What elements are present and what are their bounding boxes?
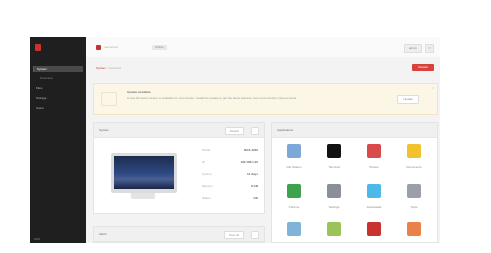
notice-title: Update available [127, 90, 151, 94]
file-station-icon [287, 144, 301, 158]
info-row: Status OK [202, 195, 258, 201]
breadcrumb: System / Overview [96, 66, 121, 70]
app-label: File Station [286, 165, 302, 169]
update-button[interactable]: Update [397, 95, 419, 104]
alerts-card: Alerts View all [93, 226, 265, 243]
applications-card: Applications File Station Terminal Photo… [271, 122, 438, 243]
device-monitor-image [111, 153, 177, 193]
alerts-view-all-button[interactable]: View all [223, 231, 244, 239]
app-label: Documents [406, 165, 422, 169]
main-content: nas-server Online admin ⏻ System / Overv… [86, 37, 440, 243]
box-icon [407, 222, 421, 236]
arc-icon [367, 222, 381, 236]
user-menu-button[interactable]: admin [403, 44, 422, 53]
info-key: Model [202, 148, 211, 152]
app-label: Chrome [288, 205, 300, 209]
leaf-icon [327, 222, 341, 236]
app-window: System Overview Files Storage Users nas-… [30, 37, 440, 243]
breadcrumb-current: Overview [108, 66, 122, 70]
monitor-screen [114, 156, 174, 189]
info-row: IP 192.168.1.20 [202, 159, 258, 165]
app-tile[interactable] [354, 221, 394, 243]
app-label: Tools [410, 205, 418, 209]
applications-card-title: Applications [277, 128, 294, 132]
app-tile[interactable]: Chrome [274, 183, 314, 213]
top-bar: nas-server Online admin ⏻ [86, 37, 440, 57]
info-value: 8 GB [250, 184, 258, 188]
power-icon[interactable]: ⏻ [425, 44, 434, 53]
photos-icon [367, 144, 381, 158]
info-row: Memory 8 GB [202, 183, 258, 189]
alerts-card-header: Alerts View all [94, 227, 264, 242]
update-notice: Update available A new firmware version … [93, 83, 438, 115]
settings-icon [327, 184, 341, 198]
app-tile[interactable]: Downloads [354, 183, 394, 213]
info-value: 192.168.1.20 [240, 160, 258, 164]
breadcrumb-root[interactable]: System [96, 66, 106, 70]
app-label: Terminal [328, 165, 340, 169]
info-row: Model NAS-4200 [202, 147, 258, 153]
app-tile[interactable] [314, 221, 354, 243]
info-key: Status [202, 196, 211, 200]
host-status-badge: Online [152, 45, 167, 50]
info-row: Uptime 12 days [202, 171, 258, 177]
downloads-icon [367, 184, 381, 198]
sidebar-item-files[interactable]: Files [33, 85, 83, 91]
sidebar: System Overview Files Storage Users [30, 37, 86, 243]
app-tile[interactable] [394, 221, 434, 243]
host-name: nas-server [104, 45, 119, 49]
close-icon[interactable]: × [432, 86, 434, 90]
notice-text: A new firmware version is available for … [127, 96, 298, 100]
brand-icon [96, 45, 101, 50]
app-tile[interactable]: Settings [314, 183, 354, 213]
app-tile[interactable]: Terminal [314, 143, 354, 173]
app-tile[interactable]: File Station [274, 143, 314, 173]
applications-card-header: Applications [272, 123, 437, 138]
cloud-icon [287, 222, 301, 236]
terminal-icon [327, 144, 341, 158]
restart-button[interactable]: Restart [412, 64, 434, 71]
app-label: Photos [369, 165, 379, 169]
update-icon [101, 92, 117, 106]
app-tile[interactable]: Documents [394, 143, 434, 173]
system-card: System Details Model NAS-4200 IP 192.168.1… [93, 122, 265, 214]
info-key: Memory [202, 184, 213, 188]
sidebar-footer-handle[interactable] [34, 238, 40, 240]
system-card-title: System [99, 128, 110, 132]
sidebar-item-system[interactable]: System [33, 66, 83, 72]
info-value: OK [253, 196, 259, 200]
info-value: NAS-4200 [243, 148, 258, 152]
app-tile[interactable]: Tools [394, 183, 434, 213]
app-label: Downloads [366, 205, 382, 209]
info-key: Uptime [202, 172, 212, 176]
alerts-card-title: Alerts [99, 232, 107, 236]
system-card-header: System Details [94, 123, 264, 138]
system-details-button[interactable]: Details [224, 127, 244, 135]
app-logo [35, 44, 41, 51]
folder-icon [407, 144, 421, 158]
tools-icon [407, 184, 421, 198]
info-key: IP [202, 160, 205, 164]
app-tile[interactable] [274, 221, 314, 243]
alerts-menu-button[interactable] [251, 231, 259, 239]
system-menu-button[interactable] [251, 127, 259, 135]
app-tile[interactable]: Photos [354, 143, 394, 173]
monitor-stand [131, 193, 155, 199]
chrome-icon [287, 184, 301, 198]
sidebar-item-overview[interactable]: Overview [33, 75, 83, 81]
app-label: Settings [328, 205, 340, 209]
sidebar-item-users[interactable]: Users [33, 105, 83, 111]
info-value: 12 days [246, 172, 258, 176]
sidebar-item-storage[interactable]: Storage [33, 95, 83, 101]
